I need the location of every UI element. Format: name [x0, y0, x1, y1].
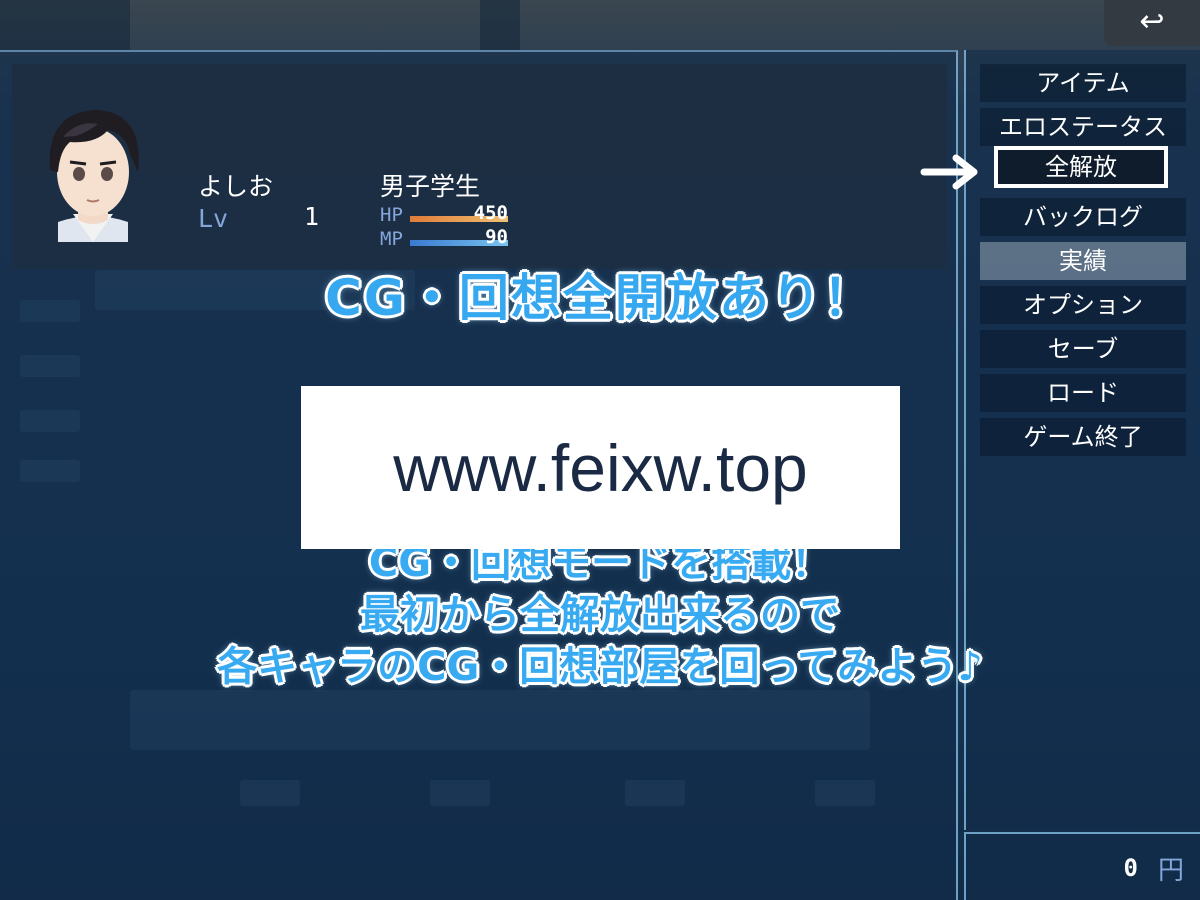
mp-label: MP — [380, 228, 403, 250]
menu-item-item[interactable]: アイテム — [980, 64, 1186, 102]
gold-unit: 円 — [1157, 856, 1184, 886]
menu-item-backlog[interactable]: バックログ — [980, 198, 1186, 236]
actor-class: 男子学生 — [380, 172, 481, 201]
menu-item-unlock-all-highlight[interactable]: 全解放 — [994, 146, 1168, 188]
level-value: 1 — [304, 202, 320, 231]
promo-caption-text-3: 各キャラのCG・回想部屋を回ってみよう♪ — [217, 644, 983, 690]
promo-caption-line-3: 各キャラのCG・回想部屋を回ってみよう♪ — [0, 634, 1200, 692]
menu-item-quit-game[interactable]: ゲーム終了 — [980, 418, 1186, 456]
menu-item-unlock-all[interactable]: 全解放 — [998, 150, 1164, 184]
menu-item-load[interactable]: ロード — [980, 374, 1186, 412]
promo-caption-line-2: 最初から全解放出来るので — [0, 582, 1200, 640]
hp-value: 450 — [473, 202, 508, 224]
gold-window: 0 円 — [964, 832, 1200, 900]
command-menu: アイテム エロステータス 全解放 バックログ 実績 オプション セーブ ロード … — [964, 50, 1200, 830]
watermark-box: www.feixw.top — [301, 386, 900, 549]
promo-headline: CG・回想全開放あり！ — [0, 258, 1200, 330]
actor-name: よしお — [198, 172, 274, 201]
pointer-arrow-icon — [920, 154, 978, 190]
actor-face-portrait — [49, 110, 139, 242]
actor-status-panel[interactable]: よしお Lv 1 男子学生 HP 450 MP 90 — [12, 64, 947, 269]
hp-label: HP — [380, 204, 403, 226]
gold-value: 0 — [1123, 854, 1138, 882]
mp-value: 90 — [485, 226, 508, 248]
promo-caption-text-2: 最初から全解放出来るので — [360, 592, 840, 638]
menu-item-save[interactable]: セーブ — [980, 330, 1186, 368]
back-button[interactable]: ↩ — [1104, 0, 1200, 46]
promo-headline-text: CG・回想全開放あり！ — [325, 269, 875, 327]
menu-item-ero-status[interactable]: エロステータス — [980, 108, 1186, 146]
return-arrow-icon: ↩ — [1139, 4, 1165, 39]
watermark-text: www.feixw.top — [393, 430, 808, 505]
level-label: Lv — [198, 204, 229, 233]
